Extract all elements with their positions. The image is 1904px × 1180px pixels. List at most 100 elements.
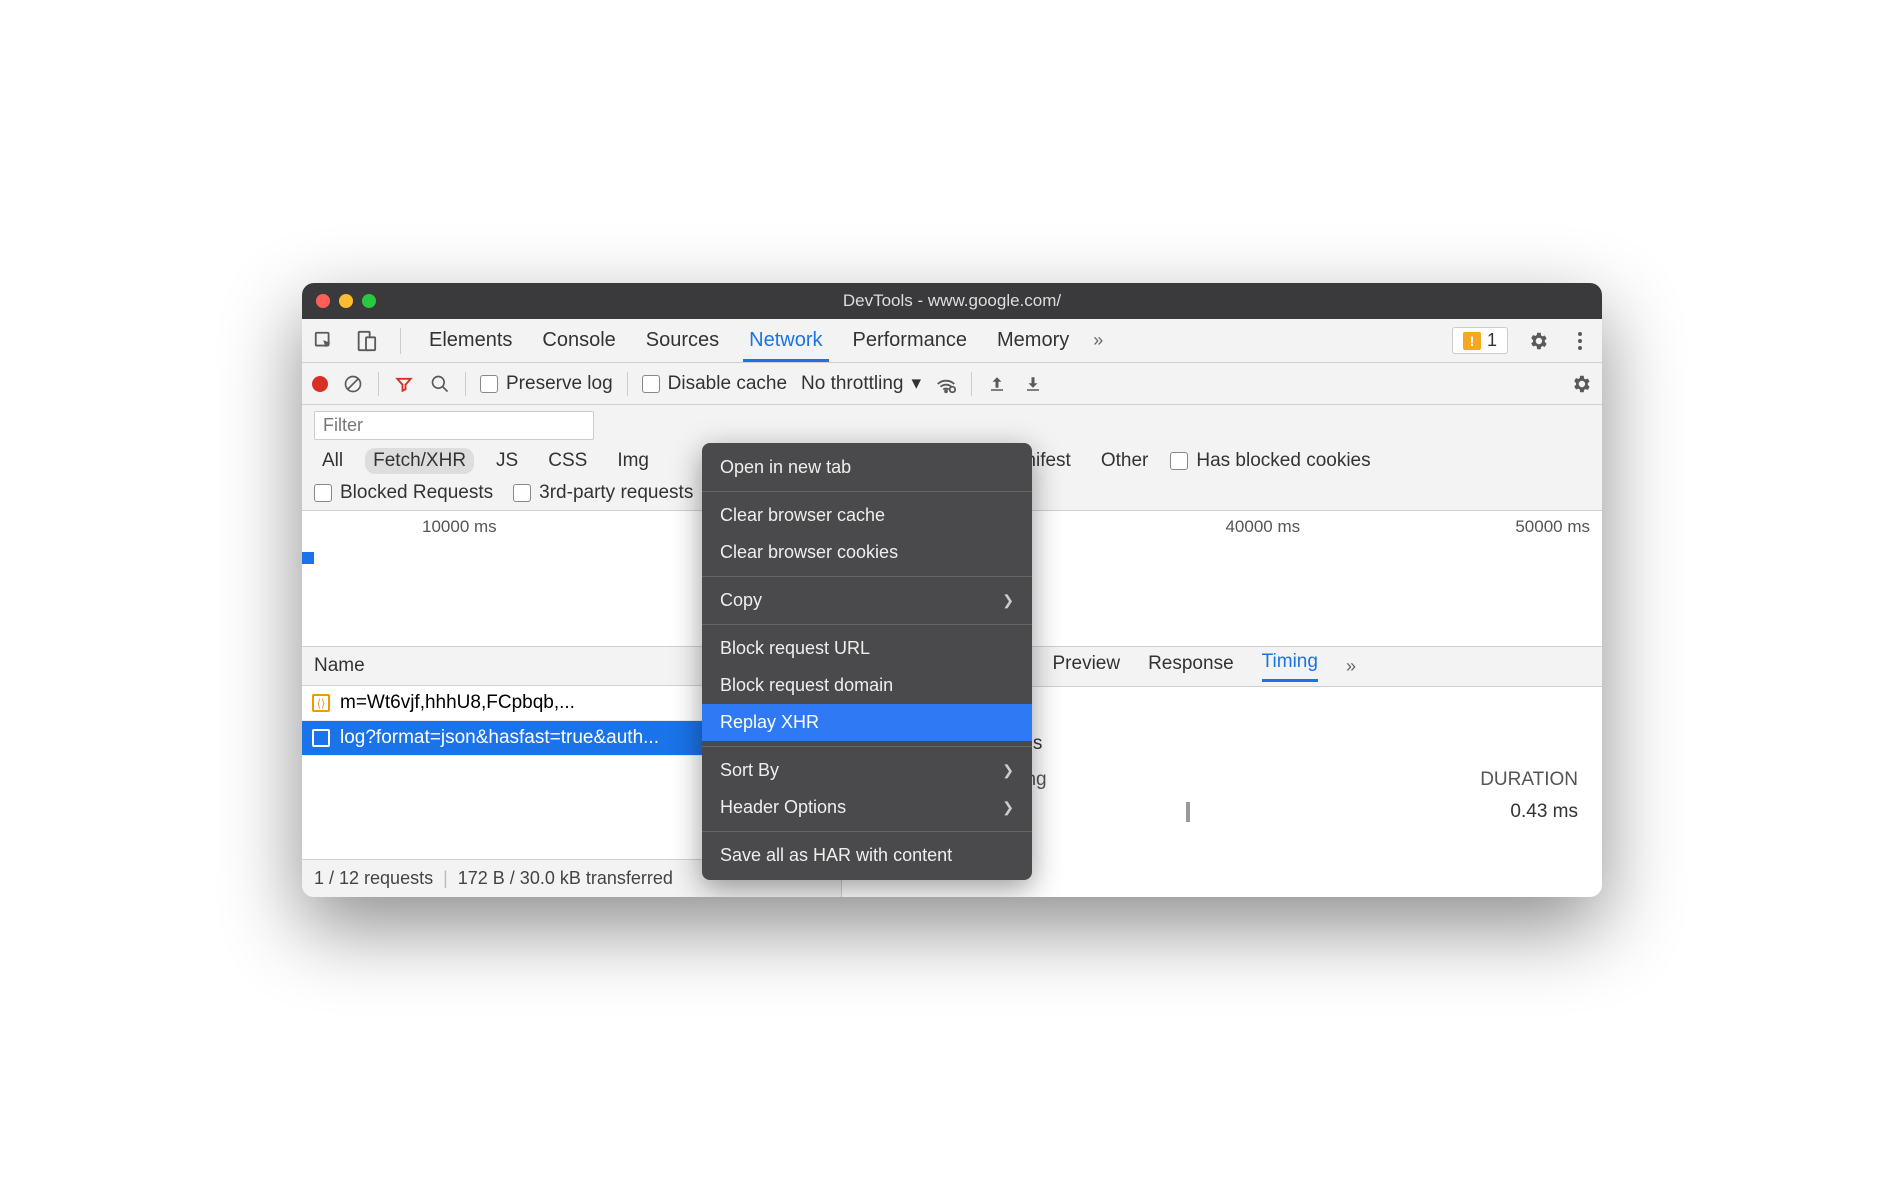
third-party-checkbox[interactable]: 3rd-party requests	[513, 482, 693, 504]
record-button[interactable]	[312, 376, 328, 392]
chevron-right-icon: ❯	[1002, 592, 1014, 609]
context-menu-separator	[702, 491, 1032, 492]
devtools-window: DevTools - www.google.com/ Elements Cons…	[302, 283, 1602, 897]
request-name: m=Wt6vjf,hhhU8,FCpbqb,...	[340, 692, 575, 714]
preserve-log-checkbox[interactable]: Preserve log	[480, 373, 613, 395]
tab-console[interactable]: Console	[536, 319, 621, 362]
tab-elements[interactable]: Elements	[423, 319, 518, 362]
context-menu-item[interactable]: Replay XHR	[702, 704, 1032, 741]
queueing-value: 0.43 ms	[1510, 801, 1578, 823]
disable-cache-checkbox[interactable]: Disable cache	[642, 373, 787, 395]
search-icon[interactable]	[429, 373, 451, 395]
filter-input[interactable]: Filter	[314, 411, 594, 440]
context-menu-item[interactable]: Header Options ❯	[702, 789, 1032, 826]
disable-cache-label: Disable cache	[668, 373, 787, 395]
preserve-log-label: Preserve log	[506, 373, 613, 395]
context-menu-label: Replay XHR	[720, 712, 819, 733]
context-menu-item[interactable]: Copy ❯	[702, 582, 1032, 619]
context-menu-item[interactable]: Block request URL	[702, 630, 1032, 667]
main-tabs-bar: Elements Console Sources Network Perform…	[302, 319, 1602, 363]
tab-sources[interactable]: Sources	[640, 319, 725, 362]
context-menu: Open in new tab Clear browser cache Clear …	[702, 443, 1032, 880]
context-menu-separator	[702, 831, 1032, 832]
titlebar: DevTools - www.google.com/	[302, 283, 1602, 319]
detail-tab-timing[interactable]: Timing	[1262, 651, 1318, 682]
filter-css[interactable]: CSS	[540, 448, 595, 474]
has-blocked-cookies-checkbox[interactable]: Has blocked cookies	[1170, 450, 1370, 472]
filter-all[interactable]: All	[314, 448, 351, 474]
maximize-window-button[interactable]	[362, 294, 376, 308]
issues-badge[interactable]: ! 1	[1452, 327, 1508, 354]
detail-tab-preview[interactable]: Preview	[1053, 653, 1121, 681]
throttling-select[interactable]: No throttling ▾	[801, 372, 921, 395]
filter-icon[interactable]	[393, 373, 415, 395]
upload-har-icon[interactable]	[986, 373, 1008, 395]
filter-fetchxhr[interactable]: Fetch/XHR	[365, 448, 474, 474]
context-menu-label: Clear browser cache	[720, 505, 885, 526]
divider	[400, 328, 401, 354]
chevron-right-icon: ❯	[1002, 762, 1014, 779]
context-menu-label: Copy	[720, 590, 762, 611]
request-name: log?format=json&hasfast=true&auth...	[340, 727, 659, 749]
divider	[627, 372, 628, 396]
context-menu-item[interactable]: Sort By ❯	[702, 752, 1032, 789]
context-menu-item[interactable]: Clear browser cookies	[702, 534, 1032, 571]
tab-performance[interactable]: Performance	[847, 319, 974, 362]
checkbox-icon	[314, 484, 332, 502]
context-menu-label: Block request domain	[720, 675, 893, 696]
tab-network[interactable]: Network	[743, 319, 828, 362]
window-controls	[316, 294, 376, 308]
throttling-value: No throttling	[801, 373, 903, 395]
settings-icon[interactable]	[1526, 329, 1550, 353]
chevron-right-icon: ❯	[1002, 799, 1014, 816]
network-settings-icon[interactable]	[1570, 373, 1592, 395]
filter-other[interactable]: Other	[1093, 448, 1157, 474]
context-menu-item[interactable]: Clear browser cache	[702, 497, 1032, 534]
network-conditions-icon[interactable]	[935, 373, 957, 395]
detail-tab-response[interactable]: Response	[1148, 653, 1234, 681]
filter-img[interactable]: Img	[609, 448, 657, 474]
context-menu-label: Save all as HAR with content	[720, 845, 952, 866]
tab-memory[interactable]: Memory	[991, 319, 1075, 362]
timeline-mark: 40000 ms	[1225, 517, 1300, 537]
issues-count: 1	[1487, 330, 1497, 351]
divider	[465, 372, 466, 396]
context-menu-label: Block request URL	[720, 638, 870, 659]
more-tabs-icon[interactable]: »	[1093, 330, 1103, 351]
context-menu-item[interactable]: Open in new tab	[702, 449, 1032, 486]
context-menu-separator	[702, 576, 1032, 577]
divider: |	[443, 868, 448, 889]
context-menu-item[interactable]: Block request domain	[702, 667, 1032, 704]
device-toolbar-icon[interactable]	[354, 329, 378, 353]
inspect-element-icon[interactable]	[312, 329, 336, 353]
window-title: DevTools - www.google.com/	[302, 291, 1602, 311]
blocked-requests-checkbox[interactable]: Blocked Requests	[314, 482, 493, 504]
context-menu-separator	[702, 624, 1032, 625]
divider	[378, 372, 379, 396]
context-menu-label: Open in new tab	[720, 457, 851, 478]
checkbox-icon	[1170, 452, 1188, 470]
timeline-mark: 50000 ms	[1515, 517, 1590, 537]
close-window-button[interactable]	[316, 294, 330, 308]
warning-icon: !	[1463, 332, 1481, 350]
kebab-menu-icon[interactable]	[1568, 329, 1592, 353]
filter-js[interactable]: JS	[488, 448, 526, 474]
xhr-file-icon	[312, 729, 330, 747]
minimize-window-button[interactable]	[339, 294, 353, 308]
more-tabs-icon[interactable]: »	[1346, 656, 1356, 677]
context-menu-label: Header Options	[720, 797, 846, 818]
has-blocked-cookies-label: Has blocked cookies	[1196, 450, 1370, 472]
context-menu-item[interactable]: Save all as HAR with content	[702, 837, 1032, 874]
queueing-bar	[1186, 802, 1190, 822]
checkbox-icon	[642, 375, 660, 393]
context-menu-label: Clear browser cookies	[720, 542, 898, 563]
clear-icon[interactable]	[342, 373, 364, 395]
script-file-icon: ⟨⟩	[312, 694, 330, 712]
duration-header: DURATION	[1480, 769, 1578, 791]
timeline-mark: 10000 ms	[422, 517, 497, 537]
download-har-icon[interactable]	[1022, 373, 1044, 395]
checkbox-icon	[513, 484, 531, 502]
context-menu-label: Sort By	[720, 760, 779, 781]
network-toolbar: Preserve log Disable cache No throttling…	[302, 363, 1602, 405]
context-menu-separator	[702, 746, 1032, 747]
